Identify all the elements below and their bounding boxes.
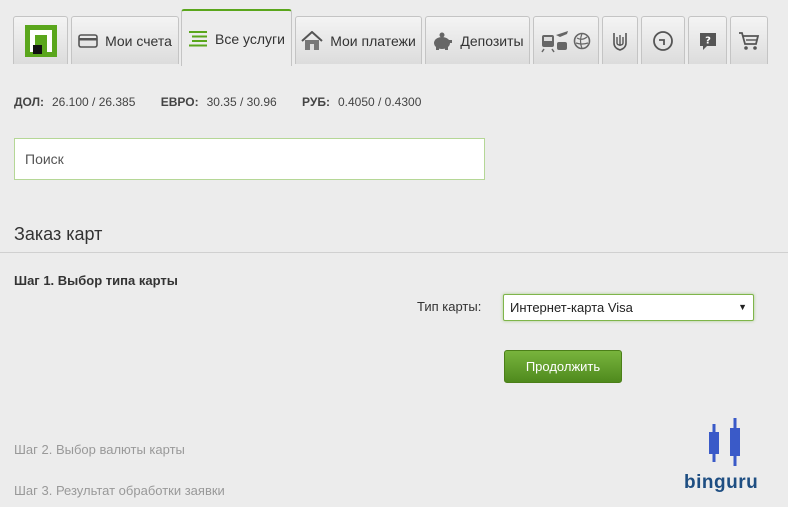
tab-deposits[interactable]: Депозиты [425, 16, 530, 64]
dropdown-arrow-icon: ▼ [738, 302, 747, 312]
eur-label: ЕВРО: [160, 95, 199, 109]
step1-heading: Шаг 1. Выбор типа карты [14, 273, 178, 288]
search-input[interactable] [14, 138, 485, 180]
tab-my-payments[interactable]: Мои платежи [295, 16, 422, 64]
tab-my-accounts[interactable]: Мои счета [71, 16, 179, 64]
tab-government[interactable] [602, 16, 638, 64]
bank-logo-icon [24, 24, 57, 57]
house-icon [301, 30, 323, 51]
trident-icon [612, 31, 628, 51]
piggy-bank-icon [431, 32, 453, 50]
card-icon [78, 33, 98, 48]
home-logo-tab[interactable] [13, 16, 68, 64]
cart-icon [738, 31, 760, 51]
tab-cart[interactable] [730, 16, 768, 64]
card-type-value: Интернет-карта Visa [510, 300, 633, 315]
top-navigation: Мои счета Все услуги Мои платежи Депозит… [0, 0, 788, 66]
tab-help[interactable]: ? [688, 16, 727, 64]
tab-label: Мои платежи [330, 32, 416, 49]
step3-heading: Шаг 3. Результат обработки заявки [14, 483, 225, 498]
brand-watermark: binguru [684, 418, 774, 498]
tab-label: Депозиты [460, 32, 524, 49]
globe-icon [573, 32, 591, 50]
tab-all-services[interactable]: Все услуги [181, 9, 292, 66]
tab-history[interactable] [641, 16, 685, 64]
question-icon: ? [698, 31, 718, 51]
svg-text:?: ? [705, 35, 711, 46]
tab-travel[interactable] [533, 16, 599, 64]
tab-label: Мои счета [105, 32, 172, 49]
rub-rate: 0.4050 / 0.4300 [337, 95, 422, 109]
page-title: Заказ карт [14, 224, 103, 244]
tab-label: Все услуги [215, 30, 285, 47]
card-type-select[interactable]: Интернет-карта Visa ▼ [503, 294, 754, 321]
eur-rate: 30.35 / 30.96 [206, 95, 277, 109]
list-icon [188, 30, 208, 48]
clock-arrow-icon [652, 30, 674, 52]
exchange-rates: ДОЛ: 26.100 / 26.385 ЕВРО: 30.35 / 30.96 Р… [14, 95, 443, 109]
usd-rate: 26.100 / 26.385 [52, 95, 136, 109]
card-type-label: Тип карты: [417, 299, 482, 314]
brand-name: binguru [684, 472, 759, 493]
rub-label: РУБ: [302, 95, 330, 109]
step2-heading: Шаг 2. Выбор валюты карты [14, 442, 185, 457]
transport-icon [541, 29, 569, 53]
usd-label: ДОЛ: [14, 95, 44, 109]
candlestick-logo-icon [709, 418, 740, 466]
divider [0, 252, 788, 253]
continue-button[interactable]: Продолжить [504, 350, 622, 383]
